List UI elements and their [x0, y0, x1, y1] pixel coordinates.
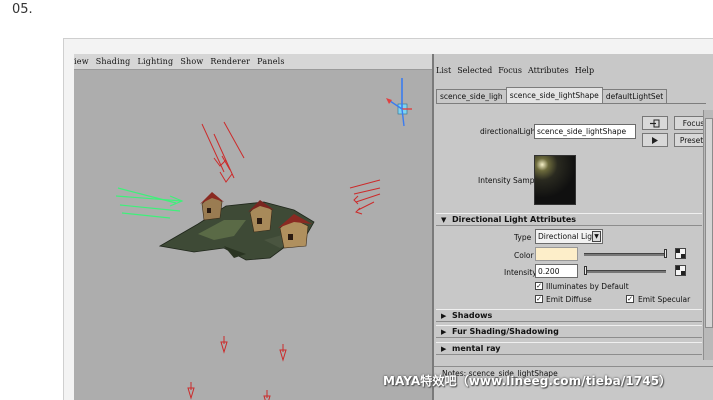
tab-scence-side-light[interactable]: scence_side_ligh: [436, 89, 507, 104]
scrollbar-thumb[interactable]: [705, 118, 713, 328]
emit-specular-label: Emit Specular: [638, 295, 691, 304]
color-swatch[interactable]: [535, 247, 578, 261]
intensity-sample-swatch: [534, 155, 576, 205]
intensity-slider-track[interactable]: [584, 270, 666, 273]
viewport-scene[interactable]: [74, 70, 432, 400]
directional-light-red-top-icon[interactable]: [201, 121, 245, 183]
collapse-right-icon: ▶: [441, 312, 447, 320]
dropdown-arrow-icon: ▼: [592, 231, 601, 242]
menu-renderer[interactable]: Renderer: [210, 57, 250, 66]
intensity-sample-label: Intensity Sample: [478, 176, 542, 185]
emit-diffuse-label: Emit Diffuse: [546, 295, 592, 304]
color-label: Color: [514, 251, 534, 260]
arrow-right-into-box-icon: [650, 119, 660, 128]
light-type-dropdown[interactable]: Directional Light ▼: [535, 229, 603, 244]
section-fur-shading[interactable]: ▶ Fur Shading/Shadowing: [436, 325, 702, 338]
step-label: 05.: [12, 2, 33, 17]
ae-menu-help[interactable]: Help: [575, 66, 594, 75]
section-mental-ray[interactable]: ▶ mental ray: [436, 342, 702, 355]
section-directional-light-attributes[interactable]: ▼ Directional Light Attributes: [436, 213, 702, 226]
illuminates-by-default-label: Illuminates by Default: [546, 282, 629, 291]
copy-tab-button[interactable]: [642, 116, 668, 130]
menu-panels[interactable]: Panels: [257, 57, 285, 66]
collapse-right-icon: ▶: [441, 345, 447, 353]
intensity-label: Intensity: [504, 268, 537, 277]
checker-map-icon: [676, 266, 685, 275]
point-light-marker-icon[interactable]: [220, 336, 228, 354]
watermark-text: MAYA特效吧（www.lineeg.com/tieba/1745）: [383, 374, 672, 388]
attribute-editor-scrollbar[interactable]: [703, 110, 713, 360]
view-axis-gizmo-icon[interactable]: [386, 78, 412, 127]
node-tabs: scence_side_ligh scence_side_lightShape …: [436, 87, 668, 104]
viewport-panel[interactable]: iew Shading Lighting Show Renderer Panel…: [74, 54, 432, 400]
directional-light-red-right-icon[interactable]: [349, 179, 381, 215]
ae-menu-selected[interactable]: Selected: [457, 66, 492, 75]
ae-menu-focus[interactable]: Focus: [498, 66, 522, 75]
illuminates-by-default-checkbox[interactable]: ✓: [535, 282, 543, 290]
house-model-left[interactable]: [200, 192, 224, 221]
node-type-label: directionalLight:: [480, 127, 541, 136]
section-shadows[interactable]: ▶ Shadows: [436, 309, 702, 322]
intensity-map-button[interactable]: [675, 265, 686, 276]
menu-lighting[interactable]: Lighting: [138, 57, 174, 66]
point-light-marker-icon[interactable]: [187, 382, 195, 400]
menu-view[interactable]: iew: [74, 57, 89, 66]
attribute-editor-panel: List Selected Focus Attributes Help scen…: [434, 54, 713, 400]
checker-map-icon: [676, 249, 685, 258]
point-light-marker-icon[interactable]: [279, 344, 287, 362]
emit-specular-checkbox[interactable]: ✓: [626, 295, 634, 303]
ae-menu-attributes[interactable]: Attributes: [528, 66, 569, 75]
intensity-field[interactable]: 0.200: [535, 264, 578, 278]
arrow-right-icon: [652, 137, 658, 144]
color-slider-thumb[interactable]: [664, 249, 667, 258]
point-light-marker-icon[interactable]: [263, 390, 271, 400]
collapse-right-icon: ▶: [441, 328, 447, 336]
ae-menu-list[interactable]: List: [436, 66, 451, 75]
emit-diffuse-checkbox[interactable]: ✓: [535, 295, 543, 303]
collapse-down-icon: ▼: [441, 216, 447, 224]
node-name-field[interactable]: scence_side_lightShape: [534, 124, 636, 139]
tab-underline: [436, 103, 706, 104]
menu-show[interactable]: Show: [180, 57, 203, 66]
color-slider-track[interactable]: [584, 253, 666, 256]
type-label: Type: [514, 233, 532, 242]
tab-scence-side-light-shape[interactable]: scence_side_lightShape: [505, 87, 603, 104]
select-node-button[interactable]: [642, 133, 668, 147]
tab-default-light-set[interactable]: defaultLightSet: [601, 89, 668, 104]
menu-shading[interactable]: Shading: [96, 57, 131, 66]
intensity-slider-thumb[interactable]: [584, 266, 587, 275]
viewport-menubar: iew Shading Lighting Show Renderer Panel…: [74, 54, 432, 70]
attribute-editor-menubar: List Selected Focus Attributes Help: [434, 62, 713, 78]
color-map-button[interactable]: [675, 248, 686, 259]
directional-light-green-icon[interactable]: [115, 187, 184, 219]
